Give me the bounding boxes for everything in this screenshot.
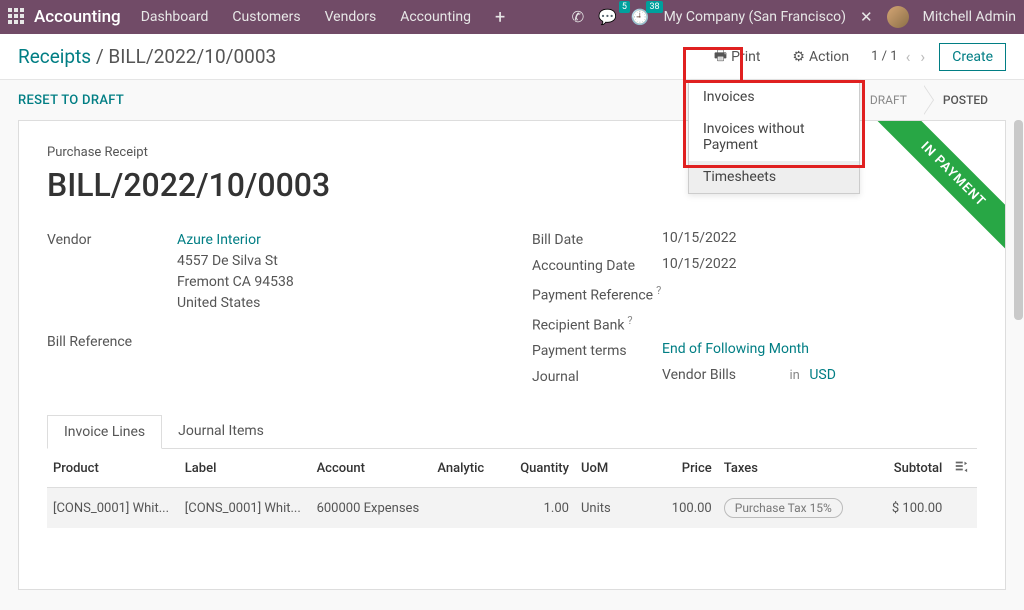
gear-icon: ⚙ [792,49,805,65]
bill-reference-label: Bill Reference [47,332,177,350]
payment-reference-label: Payment Reference? [532,282,662,304]
cell-analytic [431,488,508,529]
nav-accounting[interactable]: Accounting [400,9,471,25]
col-subtotal[interactable]: Subtotal [861,449,949,488]
help-icon[interactable]: ? [627,314,632,327]
print-dropdown: Invoices Invoices without Payment Timesh… [688,80,860,194]
nav-vendors[interactable]: Vendors [325,9,377,25]
accounting-date-label: Accounting Date [532,256,662,274]
vendor-link[interactable]: Azure Interior [177,232,261,248]
messages-icon[interactable]: 💬5 [598,8,617,26]
pager-next-icon[interactable]: › [918,47,927,66]
cell-account: 600000 Expenses [311,488,432,529]
action-label: Action [809,49,849,65]
tools-icon[interactable]: ✕ [860,8,873,26]
tab-journal-items[interactable]: Journal Items [162,415,280,448]
currency-in: in [790,368,800,383]
print-item-invoices-without-payment[interactable]: Invoices without Payment [689,113,859,161]
col-taxes[interactable]: Taxes [718,449,861,488]
scrollbar[interactable] [1014,120,1023,320]
reset-to-draft-button[interactable]: Reset To Draft [18,93,124,108]
status-draft[interactable]: Draft [852,85,925,115]
payment-terms-label: Payment terms [532,341,662,359]
activities-badge: 38 [646,1,662,13]
journal-value: Vendor Bills [662,367,736,383]
cell-product: [CONS_0001] Whit... [47,488,179,529]
options-icon[interactable] [954,459,968,473]
cell-qty: 1.00 [508,488,575,529]
cell-price: 100.00 [630,488,718,529]
activities-icon[interactable]: 🕘38 [631,8,650,26]
payment-reference-value [662,282,977,304]
apps-launcher-icon[interactable] [8,8,26,26]
bill-date-label: Bill Date [532,230,662,248]
company-selector[interactable]: My Company (San Francisco) [664,9,846,25]
nav-dashboard[interactable]: Dashboard [141,9,209,25]
phone-icon[interactable]: ✆ [572,8,585,26]
pager-value[interactable]: 1 / 1 [871,49,897,64]
cell-uom: Units [575,488,630,529]
vendor-addr1: 4557 De Silva St [177,253,278,269]
col-uom[interactable]: UoM [575,449,630,488]
action-button[interactable]: ⚙ Action [782,43,859,71]
currency-link[interactable]: USD [809,367,836,383]
col-analytic[interactable]: Analytic [431,449,508,488]
col-label[interactable]: Label [179,449,311,488]
cell-subtotal: $ 100.00 [861,488,949,529]
pager-prev-icon[interactable]: ‹ [904,47,913,66]
journal-label: Journal [532,367,662,385]
breadcrumb: Receipts / BILL/2022/10/0003 [18,45,276,68]
col-account[interactable]: Account [311,449,432,488]
recipient-bank-value [662,312,977,334]
user-menu[interactable]: Mitchell Admin [923,9,1016,25]
vendor-country: United States [177,295,260,311]
vendor-label: Vendor [47,230,177,314]
col-price[interactable]: Price [630,449,718,488]
breadcrumb-current: BILL/2022/10/0003 [108,45,276,68]
bill-reference-value [177,332,492,350]
avatar[interactable] [887,6,909,28]
nav-customers[interactable]: Customers [232,9,300,25]
print-item-invoices[interactable]: Invoices [689,81,859,113]
print-label: Print [731,49,760,65]
table-row[interactable]: [CONS_0001] Whit... [CONS_0001] Whit... … [47,488,977,529]
app-name[interactable]: Accounting [34,7,121,27]
ribbon-in-payment: In Payment [865,121,1005,261]
recipient-bank-label: Recipient Bank? [532,312,662,334]
messages-badge: 5 [619,1,630,13]
col-product[interactable]: Product [47,449,179,488]
breadcrumb-root[interactable]: Receipts [18,45,91,68]
print-button[interactable]: 🖶 Print [704,39,771,75]
create-button[interactable]: Create [939,43,1006,71]
col-quantity[interactable]: Quantity [508,449,575,488]
nav-more-icon[interactable]: + [495,7,505,28]
print-item-timesheets[interactable]: Timesheets [689,161,859,193]
payment-terms-link[interactable]: End of Following Month [662,341,809,357]
print-icon: 🖶 [714,45,727,69]
cell-label: [CONS_0001] Whit... [179,488,311,529]
vendor-addr2: Fremont CA 94538 [177,274,294,290]
tax-pill: Purchase Tax 15% [724,498,843,518]
tab-invoice-lines[interactable]: Invoice Lines [47,415,162,449]
help-icon[interactable]: ? [656,284,661,297]
status-posted[interactable]: Posted [925,85,1006,115]
